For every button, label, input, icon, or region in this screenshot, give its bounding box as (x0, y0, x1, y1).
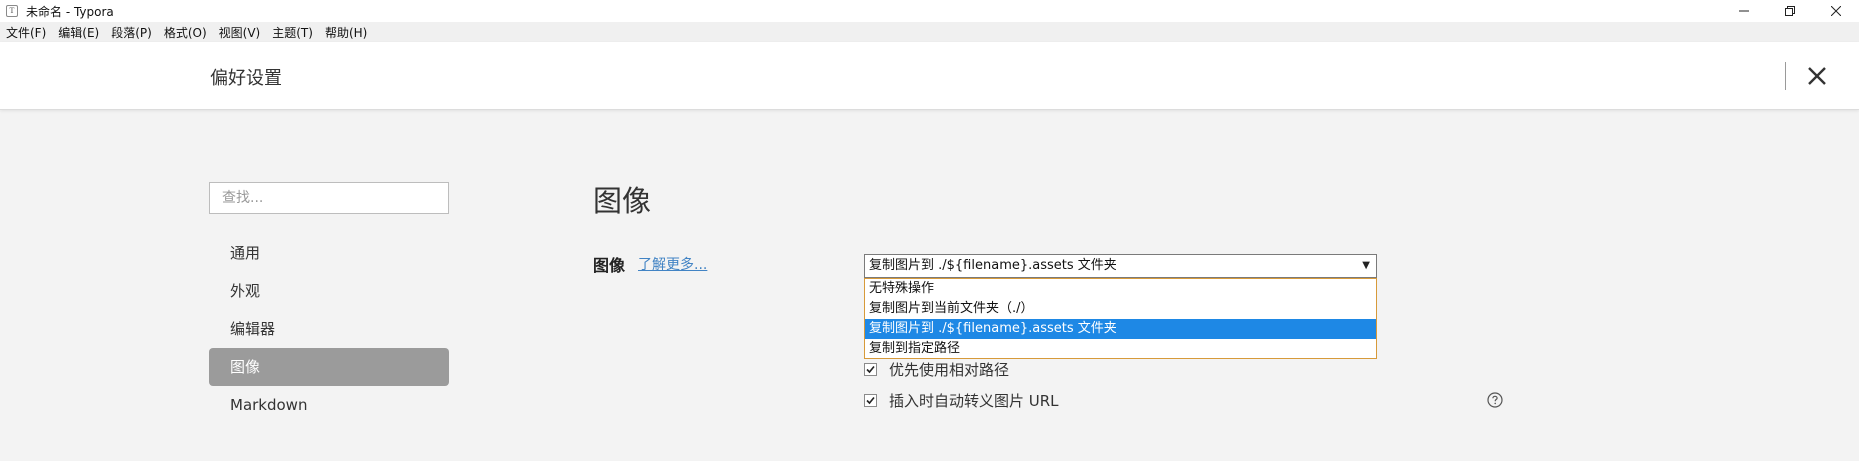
restore-button[interactable] (1767, 0, 1813, 22)
typora-app-icon: T (6, 5, 18, 17)
image-action-dropdown: 无特殊操作 复制图片到当前文件夹（./） 复制图片到 ./${filename}… (864, 278, 1377, 359)
question-circle-icon[interactable] (1487, 392, 1503, 408)
nav-item-image[interactable]: 图像 (209, 348, 449, 386)
dropdown-option-copy-custom-path[interactable]: 复制到指定路径 (865, 339, 1376, 359)
preferences-header: 偏好设置 (0, 42, 1859, 110)
restore-icon (1785, 6, 1795, 16)
dropdown-arrow-icon: ▼ (1362, 260, 1370, 271)
learn-more-link[interactable]: 了解更多... (638, 254, 707, 274)
select-value: 复制图片到 ./${filename}.assets 文件夹 (869, 258, 1117, 273)
menu-edit[interactable]: 编辑(E) (58, 24, 99, 41)
window-controls (1721, 0, 1859, 22)
checkmark-icon (866, 365, 875, 374)
minimize-button[interactable] (1721, 0, 1767, 22)
menu-help[interactable]: 帮助(H) (325, 24, 367, 41)
nav-item-editor[interactable]: 编辑器 (209, 310, 449, 348)
menu-theme[interactable]: 主题(T) (272, 24, 313, 41)
relative-path-label: 优先使用相对路径 (889, 361, 1010, 379)
checkmark-icon (866, 396, 875, 405)
section-title: 图像 (593, 184, 652, 218)
nav-item-appearance[interactable]: 外观 (209, 272, 449, 310)
header-divider (1785, 62, 1786, 90)
window-close-button[interactable] (1813, 0, 1859, 22)
menu-format[interactable]: 格式(O) (164, 24, 207, 41)
image-action-select[interactable]: 复制图片到 ./${filename}.assets 文件夹 ▼ (864, 254, 1377, 278)
relative-path-checkbox[interactable] (864, 363, 877, 376)
dropdown-option-no-action[interactable]: 无特殊操作 (865, 279, 1376, 299)
menubar: 文件(F) 编辑(E) 段落(P) 格式(O) 视图(V) 主题(T) 帮助(H… (0, 22, 1859, 42)
image-setting-label: 图像 (593, 256, 626, 275)
dropdown-option-copy-assets-folder[interactable]: 复制图片到 ./${filename}.assets 文件夹 (865, 319, 1376, 339)
minimize-icon (1739, 10, 1749, 12)
preferences-nav: 通用 外观 编辑器 图像 Markdown (209, 234, 449, 424)
close-icon (1831, 6, 1841, 16)
escape-url-checkbox[interactable] (864, 394, 877, 407)
checkbox-row-escape-url: 插入时自动转义图片 URL (864, 390, 1059, 411)
window-titlebar: T 未命名 - Typora (0, 0, 1859, 22)
menu-view[interactable]: 视图(V) (219, 24, 261, 41)
search-input[interactable] (209, 182, 449, 214)
nav-item-general[interactable]: 通用 (209, 234, 449, 272)
menu-paragraph[interactable]: 段落(P) (111, 24, 152, 41)
close-icon (1808, 67, 1826, 85)
dropdown-option-copy-current-folder[interactable]: 复制图片到当前文件夹（./） (865, 299, 1376, 319)
nav-item-markdown[interactable]: Markdown (209, 386, 449, 424)
preferences-close-button[interactable] (1802, 61, 1832, 91)
page-title: 偏好设置 (210, 68, 282, 89)
checkbox-row-relative-path: 优先使用相对路径 (864, 359, 1009, 380)
window-title: 未命名 - Typora (26, 4, 114, 19)
menu-file[interactable]: 文件(F) (6, 24, 46, 41)
escape-url-label: 插入时自动转义图片 URL (889, 392, 1059, 410)
